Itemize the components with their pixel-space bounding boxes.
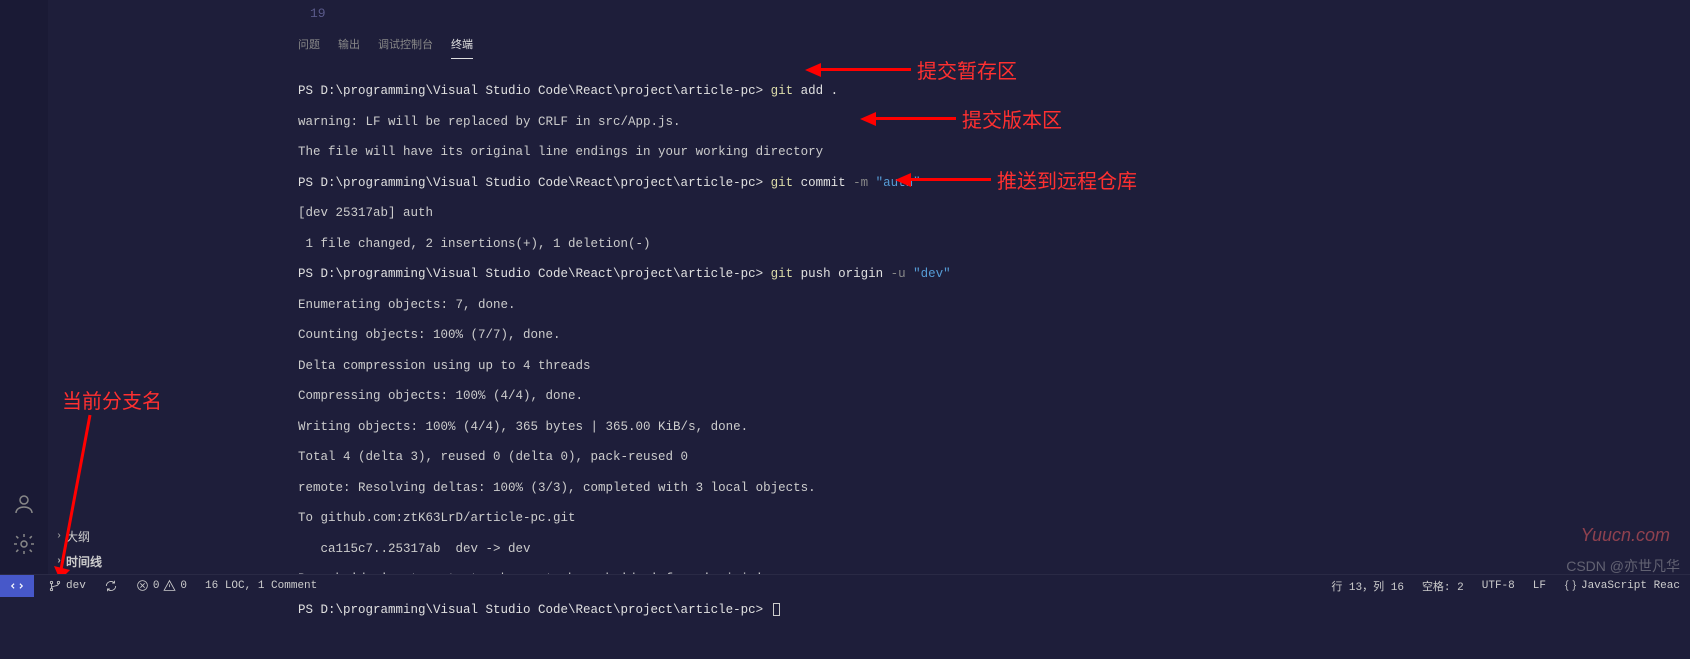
status-eol[interactable]: LF xyxy=(1529,580,1550,592)
status-branch[interactable]: dev xyxy=(44,579,90,593)
prompt: PS D:\programming\Visual Studio Code\Rea… xyxy=(298,176,763,190)
flag: -u xyxy=(891,267,906,281)
out: ca115c7..25317ab dev -> dev xyxy=(298,542,1672,557)
branch-name: dev xyxy=(66,580,86,592)
editor-area: 19 xyxy=(280,0,1690,30)
tab-terminal[interactable]: 终端 xyxy=(451,36,473,59)
braces-icon xyxy=(1564,579,1577,592)
terminal-output[interactable]: PS D:\programming\Visual Studio Code\Rea… xyxy=(280,59,1690,659)
remote-icon xyxy=(10,579,24,593)
out: 1 file changed, 2 insertions(+), 1 delet… xyxy=(298,237,1672,252)
warning-icon xyxy=(163,579,176,592)
out: Writing objects: 100% (4/4), 365 bytes |… xyxy=(298,420,1672,435)
warning-count: 0 xyxy=(180,580,187,592)
tab-output[interactable]: 输出 xyxy=(338,36,360,59)
spaces-text: 空格: 2 xyxy=(1422,578,1464,594)
status-errors[interactable]: 0 0 xyxy=(132,579,191,592)
arrow-diagonal xyxy=(50,410,110,585)
out: Counting objects: 100% (7/7), done. xyxy=(298,328,1672,343)
prompt: PS D:\programming\Visual Studio Code\Rea… xyxy=(298,84,763,98)
eol-text: LF xyxy=(1533,580,1546,592)
status-bar: dev 0 0 16 LOC, 1 Comment 行 13，列 16 空格: … xyxy=(0,574,1690,596)
cmd-sub: push origin xyxy=(793,267,891,281)
error-icon xyxy=(136,579,149,592)
annotation-stage: 提交暂存区 xyxy=(805,55,1017,84)
out: The file will have its original line end… xyxy=(298,145,1672,160)
activity-bar xyxy=(0,0,48,574)
watermark-csdn: CSDN @亦世凡华 xyxy=(1566,556,1680,576)
line-number: 19 xyxy=(280,0,1690,27)
cursor xyxy=(773,603,780,616)
loc-text: 16 LOC, 1 Comment xyxy=(205,580,317,592)
cmd: git xyxy=(771,267,794,281)
out: [dev 25317ab] auth xyxy=(298,206,1672,221)
out: To github.com:ztK63LrD/article-pc.git xyxy=(298,511,1672,526)
status-sync[interactable] xyxy=(100,579,122,593)
out: Delta compression using up to 4 threads xyxy=(298,359,1672,374)
lang-text: JavaScript Reac xyxy=(1581,580,1680,592)
out: Enumerating objects: 7, done. xyxy=(298,298,1672,313)
account-icon[interactable] xyxy=(12,492,36,516)
prompt: PS D:\programming\Visual Studio Code\Rea… xyxy=(298,603,763,617)
status-encoding[interactable]: UTF-8 xyxy=(1478,580,1519,592)
ln-col-text: 行 13，列 16 xyxy=(1331,578,1404,594)
gear-icon[interactable] xyxy=(12,532,36,556)
annotation-commit: 提交版本区 xyxy=(860,104,1062,133)
out: Compressing objects: 100% (4/4), done. xyxy=(298,389,1672,404)
cmd: git xyxy=(771,84,794,98)
cmd-args: add . xyxy=(793,84,838,98)
cmd-sub: commit xyxy=(793,176,853,190)
branch-icon xyxy=(48,579,62,593)
annotation-push: 推送到远程仓库 xyxy=(895,165,1137,194)
status-spaces[interactable]: 空格: 2 xyxy=(1418,578,1468,594)
watermark-yuucn: Yuucn.com xyxy=(1581,525,1670,546)
error-count: 0 xyxy=(153,580,160,592)
status-ln-col[interactable]: 行 13，列 16 xyxy=(1327,578,1408,594)
string: "dev" xyxy=(906,267,951,281)
flag: -m xyxy=(853,176,868,190)
prompt: PS D:\programming\Visual Studio Code\Rea… xyxy=(298,267,763,281)
tab-debug-console[interactable]: 调试控制台 xyxy=(378,36,433,59)
sync-icon xyxy=(104,579,118,593)
annotation-text: 提交版本区 xyxy=(962,104,1062,133)
annotation-text: 提交暂存区 xyxy=(917,55,1017,84)
remote-button[interactable] xyxy=(0,575,34,597)
out: remote: Resolving deltas: 100% (3/3), co… xyxy=(298,481,1672,496)
annotation-text: 推送到远程仓库 xyxy=(997,165,1137,194)
cmd: git xyxy=(771,176,794,190)
status-loc[interactable]: 16 LOC, 1 Comment xyxy=(201,580,321,592)
encoding-text: UTF-8 xyxy=(1482,580,1515,592)
tab-problems[interactable]: 问题 xyxy=(298,36,320,59)
status-language[interactable]: JavaScript Reac xyxy=(1560,579,1684,592)
out: Total 4 (delta 3), reused 0 (delta 0), p… xyxy=(298,450,1672,465)
